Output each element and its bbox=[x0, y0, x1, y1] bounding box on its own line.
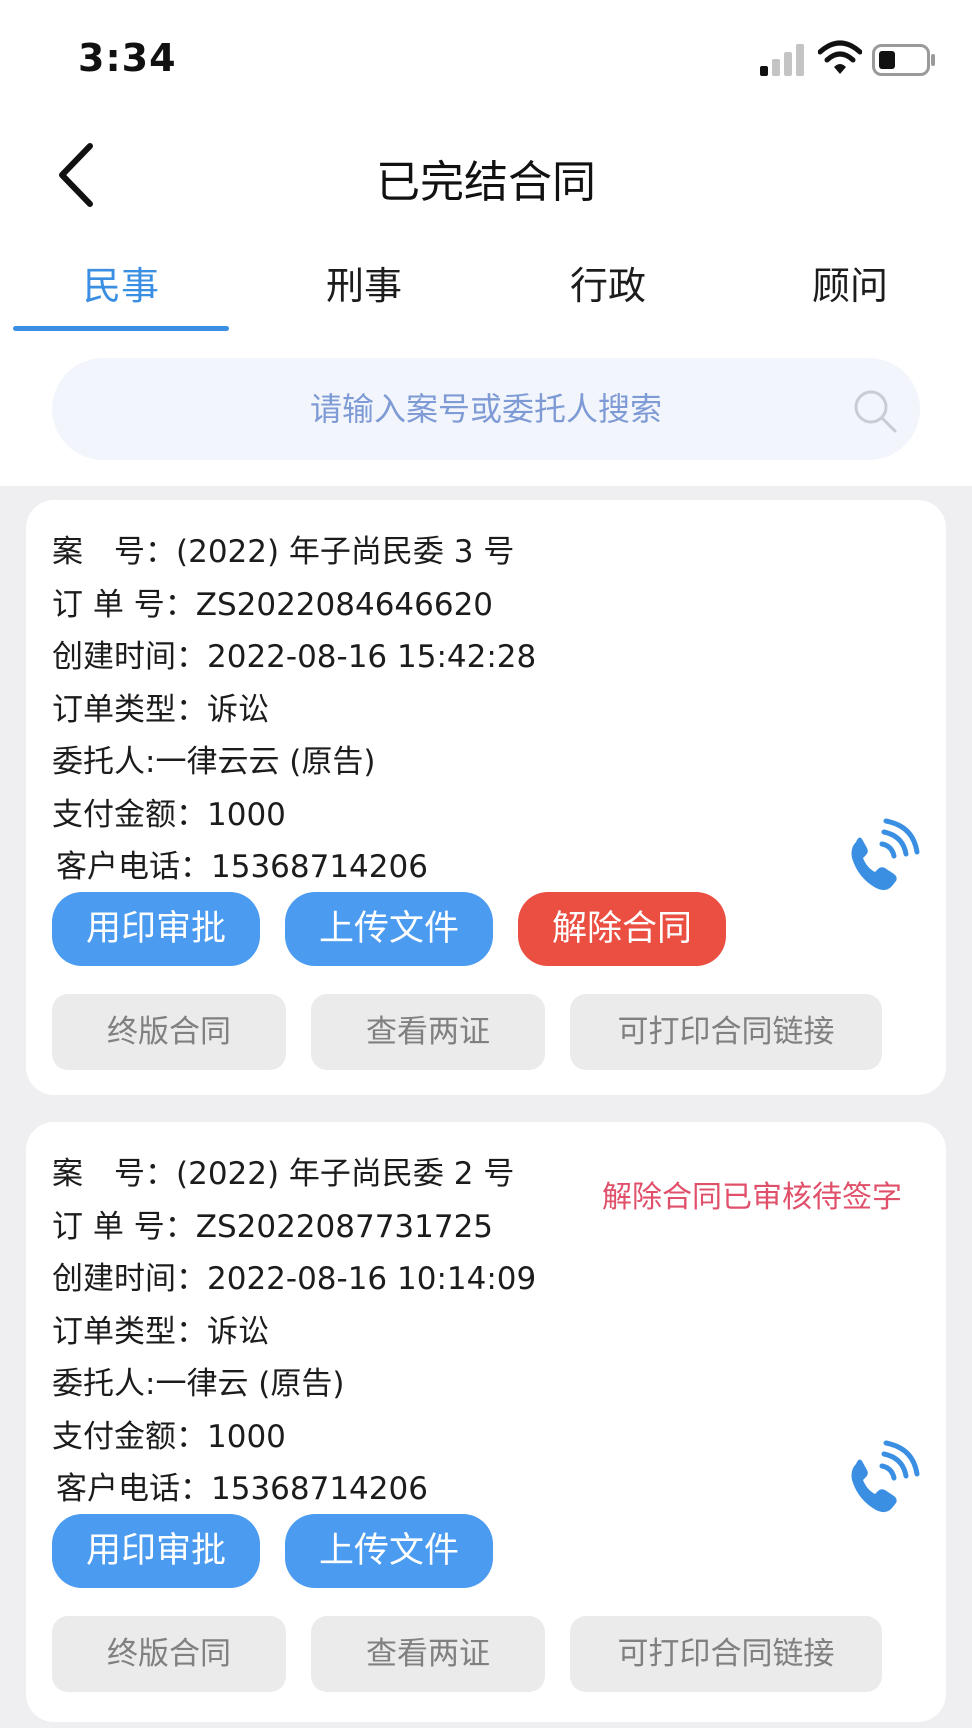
tab-civil[interactable]: 民事 bbox=[13, 250, 229, 332]
navigation-bar: 已完结合同 bbox=[0, 120, 972, 230]
created-time-label: 创建时间： bbox=[52, 1261, 207, 1297]
client-value: 一律云 (原告) bbox=[155, 1366, 345, 1402]
order-number-value: ZS2022084646620 bbox=[195, 587, 494, 623]
case-number-label: 案 号： bbox=[52, 534, 176, 570]
tab-administrative[interactable]: 行政 bbox=[500, 250, 716, 332]
final-contract-button[interactable]: 终版合同 bbox=[52, 1616, 286, 1692]
terminate-contract-button[interactable]: 解除合同 bbox=[518, 892, 726, 966]
order-type-value: 诉讼 bbox=[207, 1314, 269, 1350]
wifi-icon bbox=[818, 40, 862, 74]
order-type-label: 订单类型： bbox=[52, 692, 207, 728]
case-number-row: 案 号：(2022) 年子尚民委 2 号 bbox=[52, 1148, 514, 1193]
customer-phone-label: 客户电话： bbox=[56, 849, 211, 885]
search-icon[interactable] bbox=[852, 388, 898, 434]
upload-file-button[interactable]: 上传文件 bbox=[285, 892, 493, 966]
case-number-value: (2022) 年子尚民委 3 号 bbox=[176, 534, 515, 570]
cellular-signal-icon bbox=[760, 44, 804, 76]
contract-card: 案 号：(2022) 年子尚民委 3 号 订 单 号：ZS20220846466… bbox=[26, 500, 946, 1095]
customer-phone-value: 15368714206 bbox=[211, 1471, 428, 1507]
customer-phone-row: 客户电话：15368714206 bbox=[56, 841, 428, 886]
active-tab-indicator bbox=[13, 326, 229, 331]
printable-contract-link-button[interactable]: 可打印合同链接 bbox=[570, 1616, 882, 1692]
created-time-row: 创建时间：2022-08-16 10:14:09 bbox=[52, 1253, 536, 1298]
client-row: 委托人:一律云 (原告) bbox=[52, 1358, 345, 1403]
amount-value: 1000 bbox=[207, 797, 286, 833]
seal-approval-button[interactable]: 用印审批 bbox=[52, 1514, 260, 1588]
search-input[interactable]: 请输入案号或委托人搜索 bbox=[52, 358, 920, 460]
amount-label: 支付金额： bbox=[52, 1419, 207, 1455]
order-number-row: 订 单 号：ZS2022084646620 bbox=[52, 579, 493, 624]
category-tabs: 民事 刑事 行政 顾问 bbox=[0, 250, 972, 332]
printable-contract-link-button[interactable]: 可打印合同链接 bbox=[570, 994, 882, 1070]
client-row: 委托人:一律云云 (原告) bbox=[52, 736, 376, 781]
phone-call-icon[interactable] bbox=[840, 1440, 920, 1520]
customer-phone-label: 客户电话： bbox=[56, 1471, 211, 1507]
upload-file-button[interactable]: 上传文件 bbox=[285, 1514, 493, 1588]
order-number-value: ZS2022087731725 bbox=[195, 1209, 494, 1245]
client-value: 一律云云 (原告) bbox=[155, 744, 376, 780]
status-time: 3:34 bbox=[78, 36, 177, 80]
customer-phone-value: 15368714206 bbox=[211, 849, 428, 885]
amount-row: 支付金额：1000 bbox=[52, 789, 286, 834]
status-bar: 3:34 bbox=[0, 0, 972, 120]
order-number-row: 订 单 号：ZS2022087731725 bbox=[52, 1201, 493, 1246]
amount-label: 支付金额： bbox=[52, 797, 207, 833]
created-time-label: 创建时间： bbox=[52, 639, 207, 675]
order-type-row: 订单类型：诉讼 bbox=[52, 1306, 269, 1351]
created-time-row: 创建时间：2022-08-16 15:42:28 bbox=[52, 631, 536, 676]
customer-phone-row: 客户电话：15368714206 bbox=[56, 1463, 428, 1508]
view-certificates-button[interactable]: 查看两证 bbox=[311, 1616, 545, 1692]
tab-consultant[interactable]: 顾问 bbox=[742, 250, 958, 332]
phone-call-icon[interactable] bbox=[840, 818, 920, 898]
battery-icon bbox=[872, 44, 935, 76]
final-contract-button[interactable]: 终版合同 bbox=[52, 994, 286, 1070]
order-number-label: 订 单 号： bbox=[52, 587, 196, 623]
amount-row: 支付金额：1000 bbox=[52, 1411, 286, 1456]
contract-status-text: 解除合同已审核待签字 bbox=[602, 1180, 902, 1215]
header-area: 3:34 已完结合同 民事 刑事 行政 顾问 请输入案号或委托人搜索 bbox=[0, 0, 972, 486]
search-placeholder: 请输入案号或委托人搜索 bbox=[309, 390, 662, 428]
created-time-value: 2022-08-16 10:14:09 bbox=[207, 1261, 537, 1297]
client-label: 委托人: bbox=[52, 1366, 156, 1402]
order-type-row: 订单类型：诉讼 bbox=[52, 684, 269, 729]
tab-criminal[interactable]: 刑事 bbox=[256, 250, 472, 332]
client-label: 委托人: bbox=[52, 744, 156, 780]
page-title: 已完结合同 bbox=[376, 157, 596, 208]
order-number-label: 订 单 号： bbox=[52, 1209, 196, 1245]
order-type-label: 订单类型： bbox=[52, 1314, 207, 1350]
amount-value: 1000 bbox=[207, 1419, 286, 1455]
created-time-value: 2022-08-16 15:42:28 bbox=[207, 639, 537, 675]
case-number-label: 案 号： bbox=[52, 1156, 176, 1192]
case-number-row: 案 号：(2022) 年子尚民委 3 号 bbox=[52, 526, 514, 571]
contract-card: 案 号：(2022) 年子尚民委 2 号 解除合同已审核待签字 订 单 号：ZS… bbox=[26, 1122, 946, 1722]
case-number-value: (2022) 年子尚民委 2 号 bbox=[176, 1156, 515, 1192]
seal-approval-button[interactable]: 用印审批 bbox=[52, 892, 260, 966]
order-type-value: 诉讼 bbox=[207, 692, 269, 728]
view-certificates-button[interactable]: 查看两证 bbox=[311, 994, 545, 1070]
